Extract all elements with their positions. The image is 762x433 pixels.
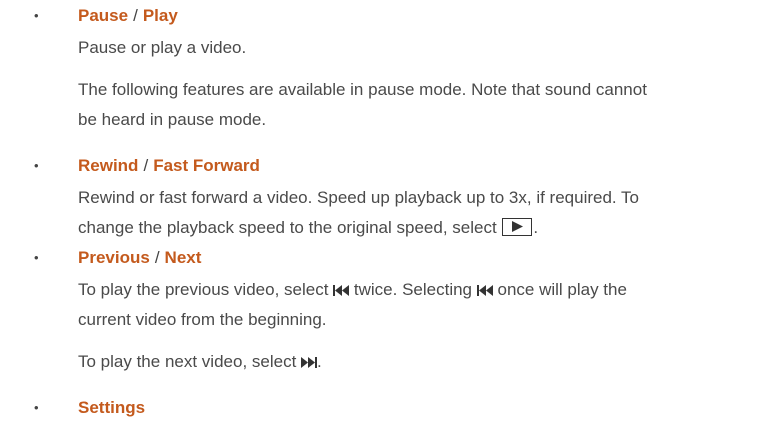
paragraph-text-end: . [317,352,322,371]
section-heading: Previous / Next [78,244,201,272]
paragraph: Rewind or fast forward a video. Speed up… [78,188,640,207]
heading-next: Next [164,248,202,267]
bullet: • [34,250,39,265]
paragraph-text-end: . [533,218,539,237]
paragraph-text: change the playback speed to the origina… [78,218,497,237]
paragraph: Pause or play a video. [78,38,247,57]
document-page: • Pause / Play Pause or play a video. The … [0,0,762,433]
paragraph-text: To play the next video, select [78,352,297,371]
previous-icon [476,277,493,305]
heading-previous: Previous [78,248,150,267]
section-heading: Settings [78,394,145,422]
heading-settings: Settings [78,398,146,417]
paragraph-text: twice. Selecting [353,280,473,299]
heading-separator: / [143,156,149,175]
heading-fast-forward: Fast Forward [153,156,260,175]
heading-pause: Pause [78,6,129,25]
bullet: • [34,400,39,415]
previous-icon [333,277,350,305]
paragraph-text: To play the previous video, select [78,280,329,299]
section-heading: Rewind / Fast Forward [78,152,260,180]
paragraph-continued: be heard in pause mode. [78,110,267,129]
play-icon [502,218,533,236]
paragraph-with-icon: To play the next video, select . [78,348,762,377]
heading-separator: / [154,248,160,267]
paragraph-text: once will play the [497,280,627,299]
heading-play: Play [142,6,178,25]
next-icon [301,349,318,377]
bullet: • [34,158,39,173]
heading-rewind: Rewind [78,156,139,175]
section-heading: Pause / Play [78,2,178,30]
heading-separator: / [133,6,138,25]
paragraph: The following features are available in … [78,80,647,99]
paragraph-with-icon: change the playback speed to the origina… [78,214,762,242]
paragraph-with-icons: To play the previous video, select twice… [78,276,762,305]
bullet: • [34,8,39,23]
paragraph-continued: current video from the beginning. [78,310,327,329]
